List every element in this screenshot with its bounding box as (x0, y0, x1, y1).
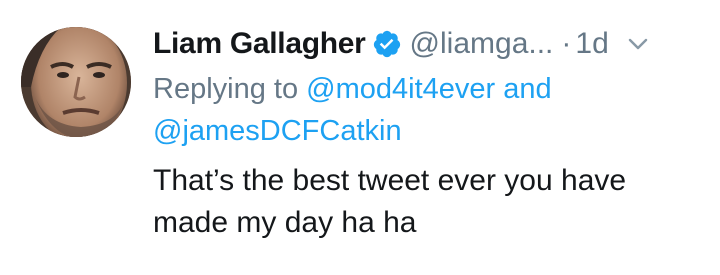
tweet[interactable]: Liam Gallagher @liamga... · 1d Replying … (0, 0, 720, 275)
tweet-content: Liam Gallagher @liamga... · 1d Replying … (153, 18, 713, 244)
tweet-header: Liam Gallagher @liamga... · 1d (153, 18, 713, 70)
replying-to-label: Replying to (153, 73, 299, 105)
author-handle[interactable]: @liamga... (410, 27, 554, 61)
mention-link-2[interactable]: @jamesDCFCatkin (153, 115, 402, 147)
chevron-down-icon[interactable] (627, 33, 649, 55)
mention-conjunction: and (503, 73, 552, 105)
tweet-timestamp[interactable]: 1d (575, 27, 608, 61)
avatar-photo (21, 27, 131, 137)
tweet-text-line-2: made my day ha ha (153, 206, 417, 239)
tweet-text: That’s the best tweet ever you have made… (153, 160, 713, 244)
separator-dot: · (561, 27, 572, 60)
avatar[interactable] (21, 27, 131, 137)
replying-to: Replying to @mod4it4ever and @jamesDCFCa… (153, 68, 713, 152)
mention-link-1[interactable]: @mod4it4ever (306, 73, 495, 105)
verified-badge-icon (372, 29, 402, 59)
author-name[interactable]: Liam Gallagher (153, 27, 366, 61)
tweet-text-line-1: That’s the best tweet ever you have (153, 164, 627, 197)
